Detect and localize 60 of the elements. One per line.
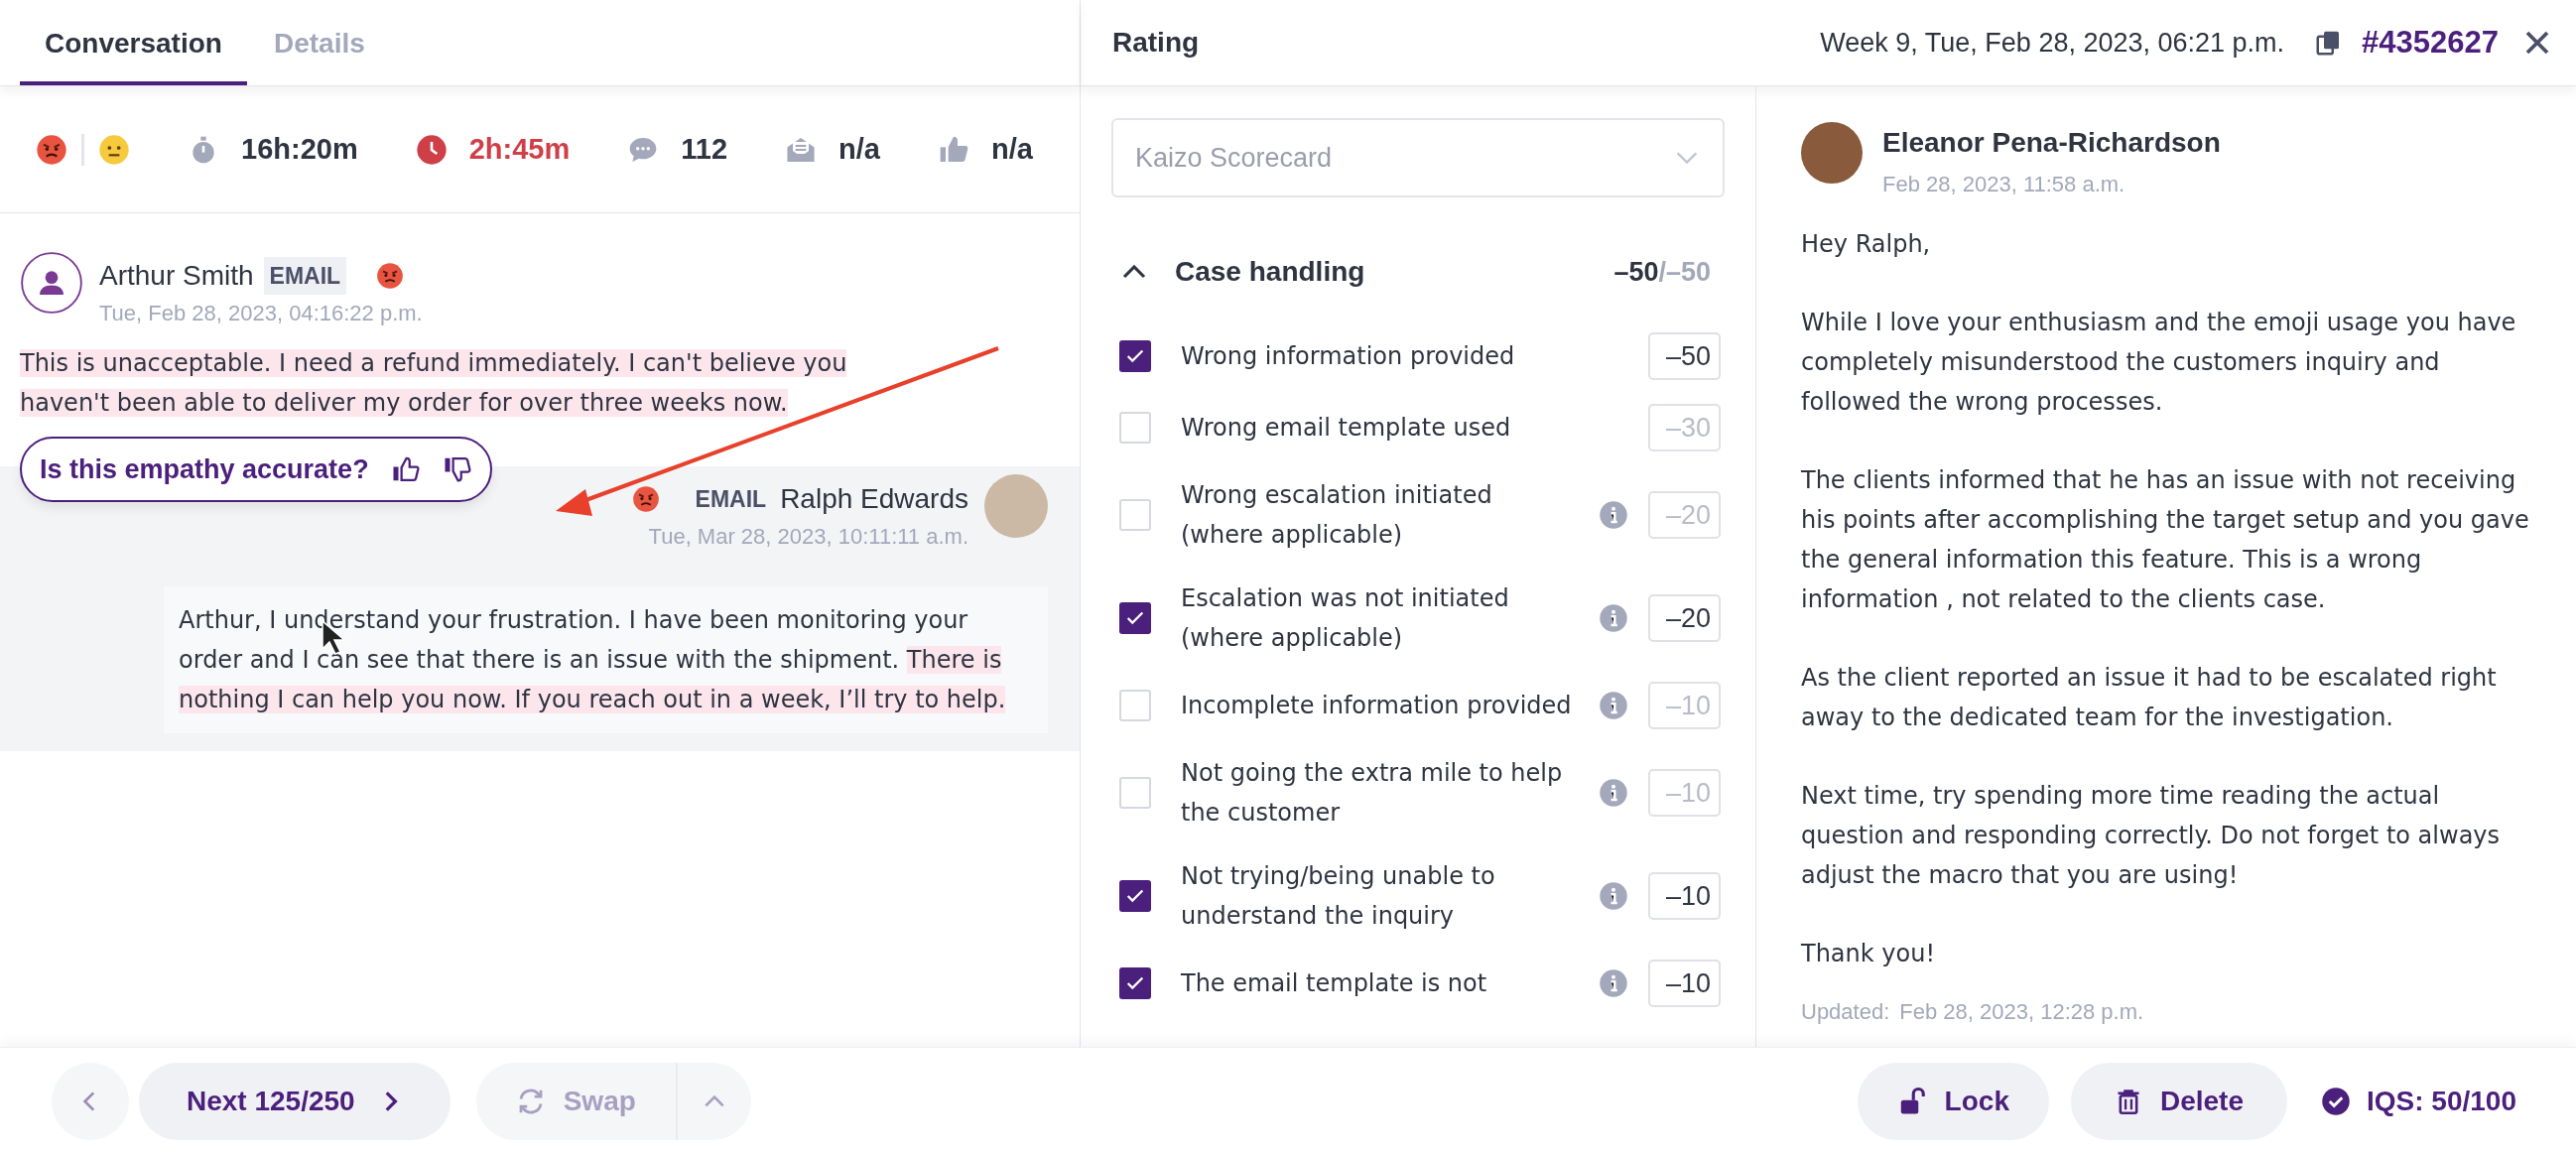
check-circle-icon	[2321, 1087, 2351, 1116]
criterion-label: Not trying/being unable to understand the inquiry	[1181, 861, 1496, 932]
clock-icon	[415, 133, 448, 166]
review-paragraph: While I love your enthusiasm and the emoji usage you have completely misunderstood the customers inquiry and followed the wrong processes.	[1801, 308, 2517, 418]
review-paragraph: The clients informed that he has an issue with not receiving his points after accomplishing the target setup and you gave the general information this feature. This is a wrong information , not related to the clients case.	[1801, 465, 2530, 615]
angry-face-icon	[631, 485, 660, 513]
criterion-label: Wrong information provided	[1181, 341, 1516, 372]
stat-value: 2h:45m	[468, 131, 571, 167]
checkbox[interactable]	[1119, 340, 1151, 372]
angry-face-icon	[376, 262, 405, 290]
angry-face-icon	[36, 133, 67, 166]
stat-value: n/a	[990, 131, 1033, 167]
checkbox[interactable]	[1119, 880, 1151, 912]
author-name: Ralph Edwards	[780, 482, 968, 516]
checkbox[interactable]	[1119, 967, 1151, 999]
review-paragraph: As the client reported an issue it had to be escalated right away to the dedicated team for the investigation.	[1801, 663, 2498, 733]
category-title: Case handling	[1175, 255, 1366, 289]
tab[interactable]: Conversation	[20, 0, 247, 85]
checkbox[interactable]	[1119, 499, 1151, 531]
reviewer-name: Eleanor Pena-Richardson	[1882, 126, 2221, 160]
channel-tag: EMAIL	[263, 256, 347, 296]
message-time: Tue, Feb 28, 2023, 04:16:22 p.m.	[99, 300, 423, 327]
criterion-label: Incomplete information provided	[1181, 691, 1573, 721]
next-button[interactable]: Next 125/250	[139, 1063, 451, 1140]
message-text: This is unacceptable. I need a refund immediately. I can't believe you haven't been able to deliver my order for over three weeks now.	[20, 348, 848, 419]
delete-button[interactable]: Delete	[2070, 1063, 2287, 1140]
criterion-label: Wrong email template used	[1181, 413, 1512, 444]
checkbox[interactable]	[1119, 602, 1151, 634]
criterion-label: Escalation was not initiated (where applicable)	[1181, 583, 1510, 654]
score-field[interactable]: –10	[1648, 960, 1721, 1007]
score-field[interactable]: –10	[1648, 872, 1721, 920]
stat-value: 112	[681, 131, 727, 167]
updated-time: Feb 28, 2023, 12:28 p.m.	[1899, 998, 2144, 1026]
review-paragraph: Next time, try spending more time reading the actual question and responding correctly. Do not forget to always adjust the macro that you are using!	[1801, 781, 2502, 891]
date-label: Week 9, Tue, Feb 28, 2023, 06:21 p.m.	[1820, 26, 2285, 60]
checkbox[interactable]	[1119, 777, 1151, 809]
criterion-label: The email template is not	[1181, 968, 1488, 999]
score-field[interactable]: –20	[1648, 594, 1721, 642]
iqs-score: IQS: 50/100	[2367, 1085, 2516, 1118]
criterion-label: Wrong escalation initiated (where applicable)	[1181, 480, 1493, 551]
author-name: Arthur Smith	[99, 259, 254, 293]
user-avatar-icon	[20, 251, 83, 315]
ticket-link[interactable]: #4352627	[2362, 19, 2499, 66]
review-paragraph: Hey Ralph,	[1801, 229, 1932, 260]
stat-value: 16h:20m	[241, 131, 358, 167]
stat-value: n/a	[838, 131, 880, 167]
prompt-text: Is this empathy accurate?	[40, 452, 369, 486]
panel-title: Rating	[1112, 26, 1200, 60]
review-time: Feb 28, 2023, 11:58 a.m.	[1882, 171, 2126, 198]
category-score: –50/–50	[1613, 255, 1711, 289]
checkbox[interactable]	[1119, 690, 1151, 721]
channel-tag: EMAIL	[695, 481, 767, 517]
score-field[interactable]: –50	[1648, 332, 1721, 380]
message-time: Tue, Mar 28, 2023, 10:11:11 a.m.	[648, 523, 968, 551]
review-paragraph: Thank you!	[1801, 939, 1937, 969]
lock-button[interactable]: Lock	[1857, 1063, 2049, 1140]
criterion-label: Not going the extra mile to help the customer	[1181, 758, 1564, 829]
updated-label: Updated:	[1801, 998, 1890, 1026]
checkbox[interactable]	[1119, 412, 1151, 444]
neutral-face-icon	[98, 133, 130, 166]
